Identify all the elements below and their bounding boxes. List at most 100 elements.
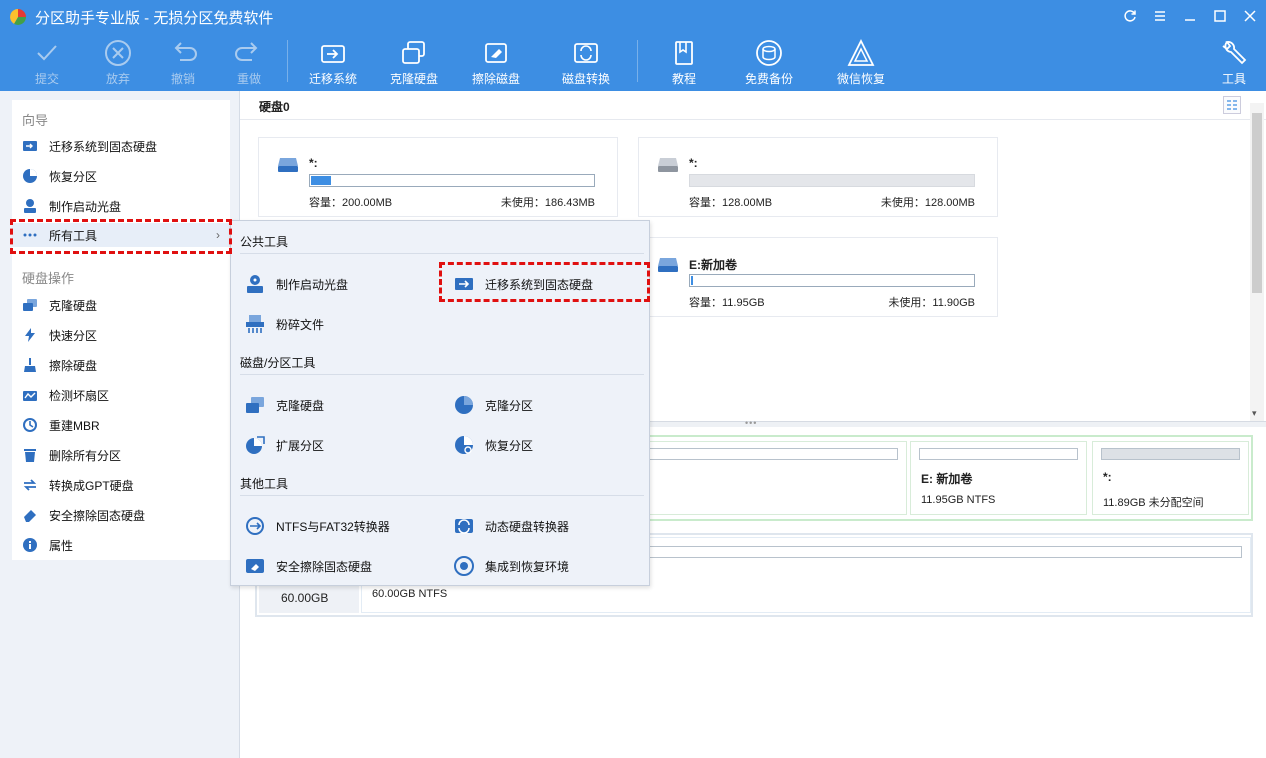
backup-icon bbox=[756, 40, 782, 66]
refresh-button[interactable] bbox=[1119, 6, 1141, 26]
partition-block[interactable]: *: 11.89GB 未分配空间 bbox=[1092, 441, 1249, 515]
discard-button[interactable]: 放弃 bbox=[96, 34, 140, 91]
popup-item-extend-partition[interactable]: 扩展分区 bbox=[244, 433, 324, 457]
wrench-icon bbox=[1222, 41, 1247, 65]
usage-bar bbox=[689, 174, 975, 187]
maximize-icon bbox=[1214, 10, 1226, 22]
disk-convert-button[interactable]: 磁盘转换 bbox=[558, 34, 614, 91]
clone-disk-icon bbox=[246, 397, 264, 413]
divider bbox=[240, 119, 1266, 120]
eraser-icon bbox=[24, 510, 36, 522]
popup-item-clone-partition[interactable]: 克隆分区 bbox=[453, 393, 533, 417]
book-icon bbox=[675, 41, 693, 65]
sidebar-item-delete-all[interactable]: 删除所有分区 bbox=[22, 443, 222, 467]
close-button[interactable] bbox=[1239, 6, 1261, 26]
sidebar-item-bad-sector[interactable]: 检测坏扇区 bbox=[22, 383, 222, 407]
sidebar-item-recover-partition[interactable]: 恢复分区 bbox=[22, 164, 222, 188]
toolbar-separator bbox=[287, 40, 288, 82]
redo-button[interactable]: 重做 bbox=[227, 34, 271, 91]
popup-item-recovery-env[interactable]: 集成到恢复环境 bbox=[453, 554, 569, 578]
lightning-icon bbox=[25, 328, 35, 342]
eraser-icon bbox=[485, 43, 507, 63]
drive-icon bbox=[658, 158, 678, 172]
sidebar-item-quick-partition[interactable]: 快速分区 bbox=[22, 323, 222, 347]
disk-convert-icon bbox=[574, 43, 598, 63]
migrate-os-button[interactable]: 迁移系统 bbox=[305, 34, 361, 91]
popup-item-recover-partition[interactable]: 恢复分区 bbox=[453, 433, 533, 457]
minimize-button[interactable] bbox=[1179, 6, 1201, 26]
maximize-button[interactable] bbox=[1209, 6, 1231, 26]
partition-card[interactable]: *: 容量：200.00MB 未使用：186.43MB bbox=[258, 137, 618, 217]
popup-item-secure-erase[interactable]: 安全擦除固态硬盘 bbox=[244, 554, 372, 578]
wipe-disk-button[interactable]: 擦除磁盘 bbox=[468, 34, 524, 91]
minimize-icon bbox=[1185, 19, 1195, 21]
partition-card[interactable]: E:新加卷 容量：11.95GB 未使用：11.90GB bbox=[638, 237, 998, 317]
tutorial-button[interactable]: 教程 bbox=[662, 34, 706, 91]
menu-button[interactable] bbox=[1149, 6, 1171, 26]
clone-disk-button[interactable]: 克隆硬盘 bbox=[386, 34, 442, 91]
ntfs-fat32-convert-icon bbox=[246, 517, 264, 535]
trash-icon bbox=[24, 449, 36, 462]
sidebar-item-secure-erase[interactable]: 安全擦除固态硬盘 bbox=[22, 503, 222, 527]
chevron-down-icon[interactable]: ▾ bbox=[1252, 408, 1257, 419]
sidebar-item-wipe-disk[interactable]: 擦除硬盘 bbox=[22, 353, 222, 377]
recover-partition-icon bbox=[455, 436, 473, 454]
migrate-os-icon bbox=[321, 45, 345, 63]
vertical-scrollbar[interactable]: ▾ bbox=[1250, 103, 1264, 421]
sidebar-item-make-bootable[interactable]: 制作启动光盘 bbox=[22, 194, 222, 218]
wechat-recover-button[interactable]: 微信恢复 bbox=[833, 34, 889, 91]
drive-icon bbox=[658, 258, 678, 272]
partition-block[interactable]: E: 新加卷 11.95GB NTFS bbox=[910, 441, 1087, 515]
partition-tools-heading: 磁盘/分区工具 bbox=[240, 356, 316, 370]
eraser-icon bbox=[246, 559, 264, 573]
sidebar-item-properties[interactable]: 属性 bbox=[22, 533, 222, 557]
popup-item-ntfs-fat32[interactable]: NTFS与FAT32转换器 bbox=[244, 514, 390, 538]
popup-item-shred-files[interactable]: 粉碎文件 bbox=[244, 312, 324, 336]
recover-partition-icon bbox=[23, 169, 37, 183]
check-icon bbox=[37, 45, 57, 61]
view-toggle-button[interactable] bbox=[1223, 96, 1241, 114]
all-tools-popup: 公共工具 制作启动光盘 迁移系统到固态硬盘 粉碎文件 磁盘/分区工具 克隆硬盘 … bbox=[230, 220, 650, 586]
toolbar-separator bbox=[637, 40, 638, 82]
shredder-icon bbox=[246, 315, 264, 333]
disk-title: 硬盘0 bbox=[259, 100, 290, 114]
undo-button[interactable]: 撤销 bbox=[161, 34, 205, 91]
refresh-icon bbox=[1124, 10, 1136, 22]
disk-ops-heading: 硬盘操作 bbox=[22, 271, 75, 286]
broom-icon bbox=[24, 358, 36, 372]
sidebar-item-convert-gpt[interactable]: 转换成GPT硬盘 bbox=[22, 473, 222, 497]
bootable-disc-icon bbox=[24, 199, 36, 213]
popup-item-make-bootable[interactable]: 制作启动光盘 bbox=[244, 272, 348, 296]
tools-button[interactable]: 工具 bbox=[1214, 34, 1254, 91]
sidebar-item-clone-disk[interactable]: 克隆硬盘 bbox=[22, 293, 222, 317]
convert-icon bbox=[23, 479, 37, 491]
title-bar: 分区助手专业版 - 无损分区免费软件 bbox=[0, 0, 1266, 32]
menu-icon bbox=[1155, 11, 1165, 21]
close-icon bbox=[1244, 10, 1256, 22]
bootable-disc-icon bbox=[247, 275, 263, 293]
sidebar-item-rebuild-mbr[interactable]: 重建MBR bbox=[22, 413, 222, 437]
popup-item-migrate-ssd[interactable]: 迁移系统到固态硬盘 bbox=[453, 272, 593, 296]
clone-partition-icon bbox=[455, 396, 473, 414]
other-tools-heading: 其他工具 bbox=[240, 477, 289, 491]
scrollbar-thumb[interactable] bbox=[1252, 113, 1262, 293]
sidebar-item-all-tools[interactable]: 所有工具 › bbox=[12, 223, 230, 247]
wechat-recover-icon bbox=[847, 38, 875, 66]
partition-card[interactable]: *: 容量：128.00MB 未使用：128.00MB bbox=[638, 137, 998, 217]
undo-icon bbox=[174, 42, 197, 61]
popup-item-dynamic-disk[interactable]: 动态硬盘转换器 bbox=[453, 514, 569, 538]
window-title: 分区助手专业版 - 无损分区免费软件 bbox=[35, 10, 274, 27]
check-bad-sector-icon bbox=[23, 391, 37, 401]
redo-icon bbox=[235, 42, 258, 61]
usage-bar bbox=[689, 274, 975, 287]
popup-item-clone-disk[interactable]: 克隆硬盘 bbox=[244, 393, 324, 417]
clone-disk-icon bbox=[23, 299, 37, 311]
migrate-os-icon bbox=[455, 278, 473, 290]
clone-disk-icon bbox=[402, 41, 425, 64]
toolbar: 提交 放弃 撤销 重做 迁移系统 克隆硬盘 擦除磁盘 磁盘转换 教程 免费备份 … bbox=[0, 34, 1266, 91]
sidebar-item-migrate-ssd[interactable]: 迁移系统到固态硬盘 bbox=[22, 134, 222, 158]
info-icon bbox=[23, 538, 37, 552]
free-backup-button[interactable]: 免费备份 bbox=[741, 34, 797, 91]
recovery-env-icon bbox=[454, 556, 474, 576]
commit-button[interactable]: 提交 bbox=[25, 34, 69, 91]
